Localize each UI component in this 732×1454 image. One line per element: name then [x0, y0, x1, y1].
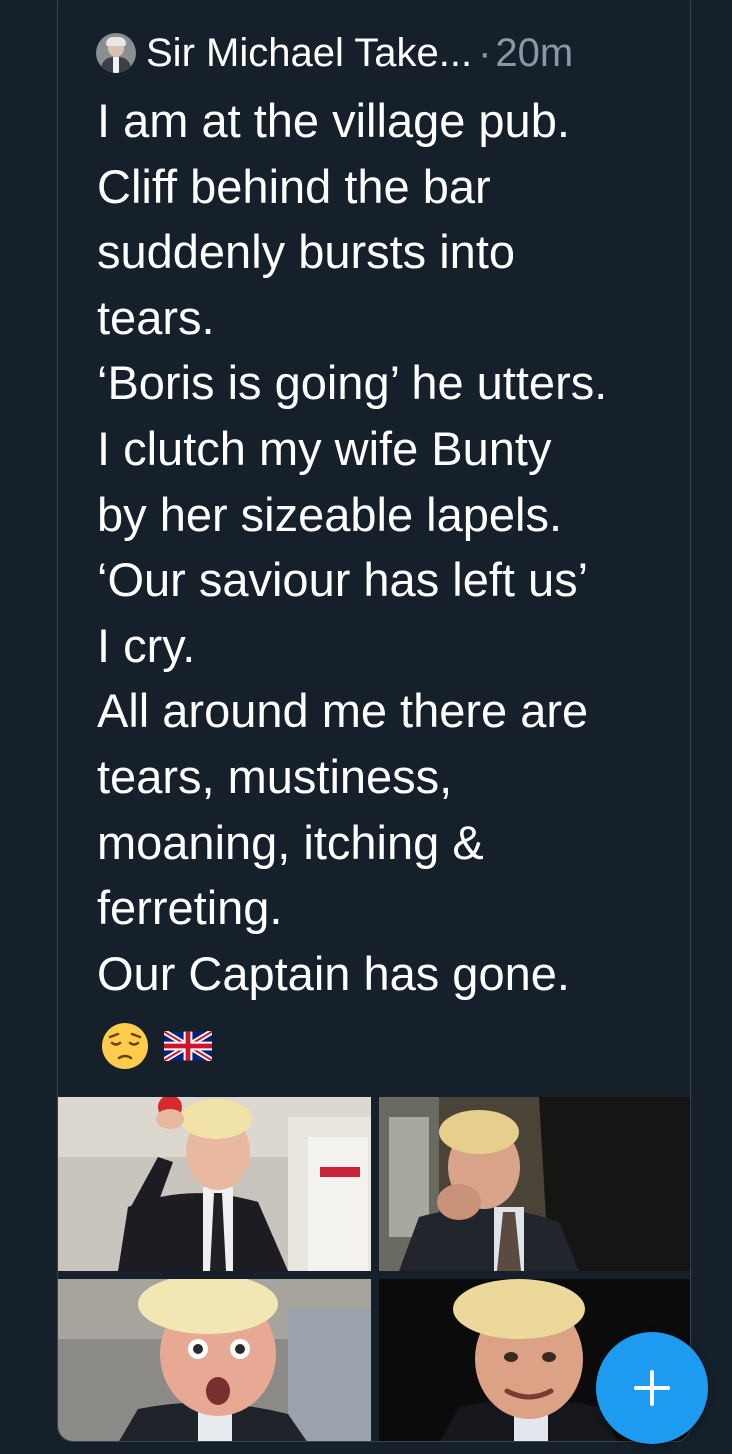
emoji-row [100, 1021, 212, 1071]
uk-flag-emoji [164, 1031, 212, 1061]
pensive-face-emoji [102, 1023, 148, 1069]
tweet-card[interactable]: Sir Michael Take... · 20m I am at the vi… [57, 0, 691, 1442]
photo-2[interactable] [379, 1097, 690, 1271]
tweet-text: I am at the village pub. Cliff behind th… [97, 94, 608, 1000]
avatar[interactable] [96, 33, 136, 73]
photo-3[interactable] [58, 1279, 371, 1441]
compose-tweet-button[interactable] [596, 1332, 708, 1444]
photo-1[interactable] [58, 1097, 371, 1271]
tweet-header: Sir Michael Take... · 20m [96, 25, 573, 81]
timestamp[interactable]: 20m [495, 31, 573, 76]
timeline-screen: Sir Michael Take... · 20m I am at the vi… [0, 0, 732, 1454]
author-name[interactable]: Sir Michael Take... [146, 25, 472, 81]
separator-dot: · [478, 30, 492, 75]
